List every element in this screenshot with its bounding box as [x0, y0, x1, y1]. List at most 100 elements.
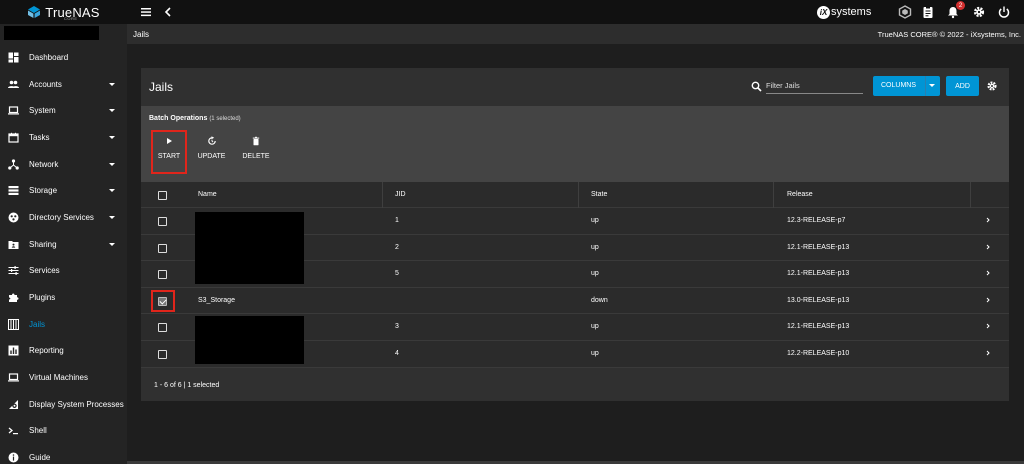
row-checkbox[interactable]: [158, 349, 167, 359]
sidebar-item-tasks[interactable]: Tasks: [0, 124, 127, 151]
truenas-logo-icon: [27, 5, 41, 19]
add-button[interactable]: ADD: [946, 76, 979, 96]
sidebar-item-accounts[interactable]: Accounts: [0, 71, 127, 98]
sidebar-item-dashboard[interactable]: Dashboard: [0, 44, 127, 71]
chevron-right-icon[interactable]: [985, 322, 991, 330]
cell-release: 12.3-RELEASE-p7: [787, 217, 846, 224]
info-icon: [7, 452, 19, 464]
cell-state: up: [591, 323, 599, 331]
cell-release: 12.1-RELEASE-p13: [787, 243, 850, 251]
sidebar-item-directory-services[interactable]: Directory Services: [0, 204, 127, 231]
cell-release: 12.1-RELEASE-p13: [787, 323, 850, 331]
column-header-name[interactable]: Name: [198, 191, 217, 198]
chevron-right-icon[interactable]: [985, 269, 991, 277]
column-header-jid[interactable]: JID: [395, 191, 406, 198]
redacted-jail-names: [195, 316, 304, 364]
sidebar-item-label: Display System Processes: [29, 399, 124, 409]
delete-button[interactable]: DELETE: [241, 136, 271, 170]
chevron-right-icon[interactable]: [985, 349, 991, 357]
power-icon[interactable]: [997, 5, 1011, 19]
sidebar-item-display-system-processes[interactable]: Display System Processes: [0, 391, 127, 418]
cell-jid: 4: [395, 349, 399, 357]
cell-state: up: [591, 243, 599, 251]
chevron-down-icon: [109, 242, 115, 246]
chevron-right-icon[interactable]: [985, 243, 991, 251]
sidebar-item-shell[interactable]: Shell: [0, 418, 127, 445]
pagination-status: 1 - 6 of 6 | 1 selected: [154, 382, 220, 389]
sidebar-item-services[interactable]: Services: [0, 258, 127, 285]
update-button[interactable]: UPDATE: [197, 136, 226, 170]
batch-selected-count: (1 selected): [209, 116, 241, 122]
sidebar-item-sharing[interactable]: Sharing: [0, 231, 127, 258]
truecommand-icon[interactable]: [898, 5, 912, 19]
update-icon: [207, 136, 216, 145]
sidebar-item-label: Jails: [29, 319, 46, 329]
sidebar-item-virtual-machines[interactable]: Virtual Machines: [0, 364, 127, 391]
people-icon: [7, 78, 19, 90]
row-checkbox[interactable]: [158, 270, 167, 280]
table-settings-gear-icon[interactable]: [986, 80, 998, 92]
copyright-text: TrueNAS CORE® © 2022 - iXsystems, Inc.: [877, 30, 1021, 39]
chevron-down-icon: [929, 84, 935, 87]
filter-jails-input[interactable]: [766, 78, 863, 94]
sidebar-item-network[interactable]: Network: [0, 151, 127, 178]
search-icon: [751, 81, 762, 92]
sidebar-item-system[interactable]: System: [0, 97, 127, 124]
task-manager-icon[interactable]: [921, 5, 935, 19]
delete-label: DELETE: [242, 153, 270, 160]
laptop-icon: [7, 105, 19, 117]
chevron-right-icon[interactable]: [985, 296, 991, 304]
notification-count-badge: 2: [956, 1, 965, 10]
sidebar-item-plugins[interactable]: Plugins: [0, 284, 127, 311]
cell-jid: 2: [395, 243, 399, 251]
cell-jid: 3: [395, 323, 399, 331]
user-bar: [0, 24, 127, 44]
sidebar-item-storage[interactable]: Storage: [0, 177, 127, 204]
ixsystems-logo[interactable]: iX systems: [817, 5, 871, 19]
sidebar-item-guide[interactable]: Guide: [0, 444, 127, 464]
breadcrumb[interactable]: Jails: [133, 30, 149, 39]
sidebar-item-label: System: [29, 106, 56, 116]
batch-operations-title: Batch Operations (1 selected): [149, 115, 241, 122]
cell-state: up: [591, 349, 599, 357]
sidebar-nav: Dashboard Accounts System Tasks Network Stora…: [0, 44, 127, 464]
chart-icon: [7, 345, 19, 357]
column-header-state[interactable]: State: [591, 191, 607, 198]
cell-state: down: [591, 296, 608, 304]
batch-operations-panel: Batch Operations (1 selected) START UPDA…: [141, 106, 1009, 182]
gear-icon[interactable]: [972, 5, 986, 19]
directory-icon: [7, 211, 19, 223]
hamburger-menu-icon[interactable]: [140, 6, 152, 18]
row-checkbox[interactable]: [158, 217, 167, 226]
sidebar-item-label: Services: [29, 266, 60, 276]
chevron-down-icon: [109, 82, 115, 86]
column-header-release[interactable]: Release: [787, 191, 813, 198]
chevron-down-icon: [109, 189, 115, 193]
sidebar-item-label: Tasks: [29, 132, 50, 142]
select-all-checkbox[interactable]: [158, 191, 167, 200]
truenas-logo[interactable]: TrueNAS CORE: [0, 0, 127, 24]
column-divider: [578, 182, 579, 208]
monitor-icon: [7, 372, 19, 384]
table-row[interactable]: S3_Storage down 13.0-RELEASE-p13: [141, 287, 1009, 315]
columns-button[interactable]: COLUMNS: [873, 76, 940, 96]
chevron-right-icon[interactable]: [985, 216, 991, 224]
dashboard-icon: [7, 51, 19, 63]
sidebar-item-label: Directory Services: [29, 212, 94, 222]
chevron-down-icon: [109, 215, 115, 219]
processes-icon: [7, 398, 19, 410]
puzzle-icon: [7, 292, 19, 304]
top-bar: TrueNAS CORE iX systems 2: [0, 0, 1024, 24]
sidebar-item-label: Reporting: [29, 346, 64, 356]
sidebar-item-jails[interactable]: Jails: [0, 311, 127, 338]
row-checkbox[interactable]: [158, 243, 167, 253]
sidebar-item-reporting[interactable]: Reporting: [0, 338, 127, 365]
chevron-left-icon[interactable]: [163, 5, 173, 19]
row-checkbox[interactable]: [158, 323, 167, 333]
jails-card: Jails COLUMNS ADD Batch Operations (1 se…: [141, 68, 1009, 401]
cell-name: S3_Storage: [198, 296, 235, 304]
sidebar-item-label: Dashboard: [29, 52, 69, 62]
cell-jid: 1: [395, 217, 399, 224]
jail-icon: [7, 318, 19, 330]
columns-divider: [925, 76, 926, 96]
